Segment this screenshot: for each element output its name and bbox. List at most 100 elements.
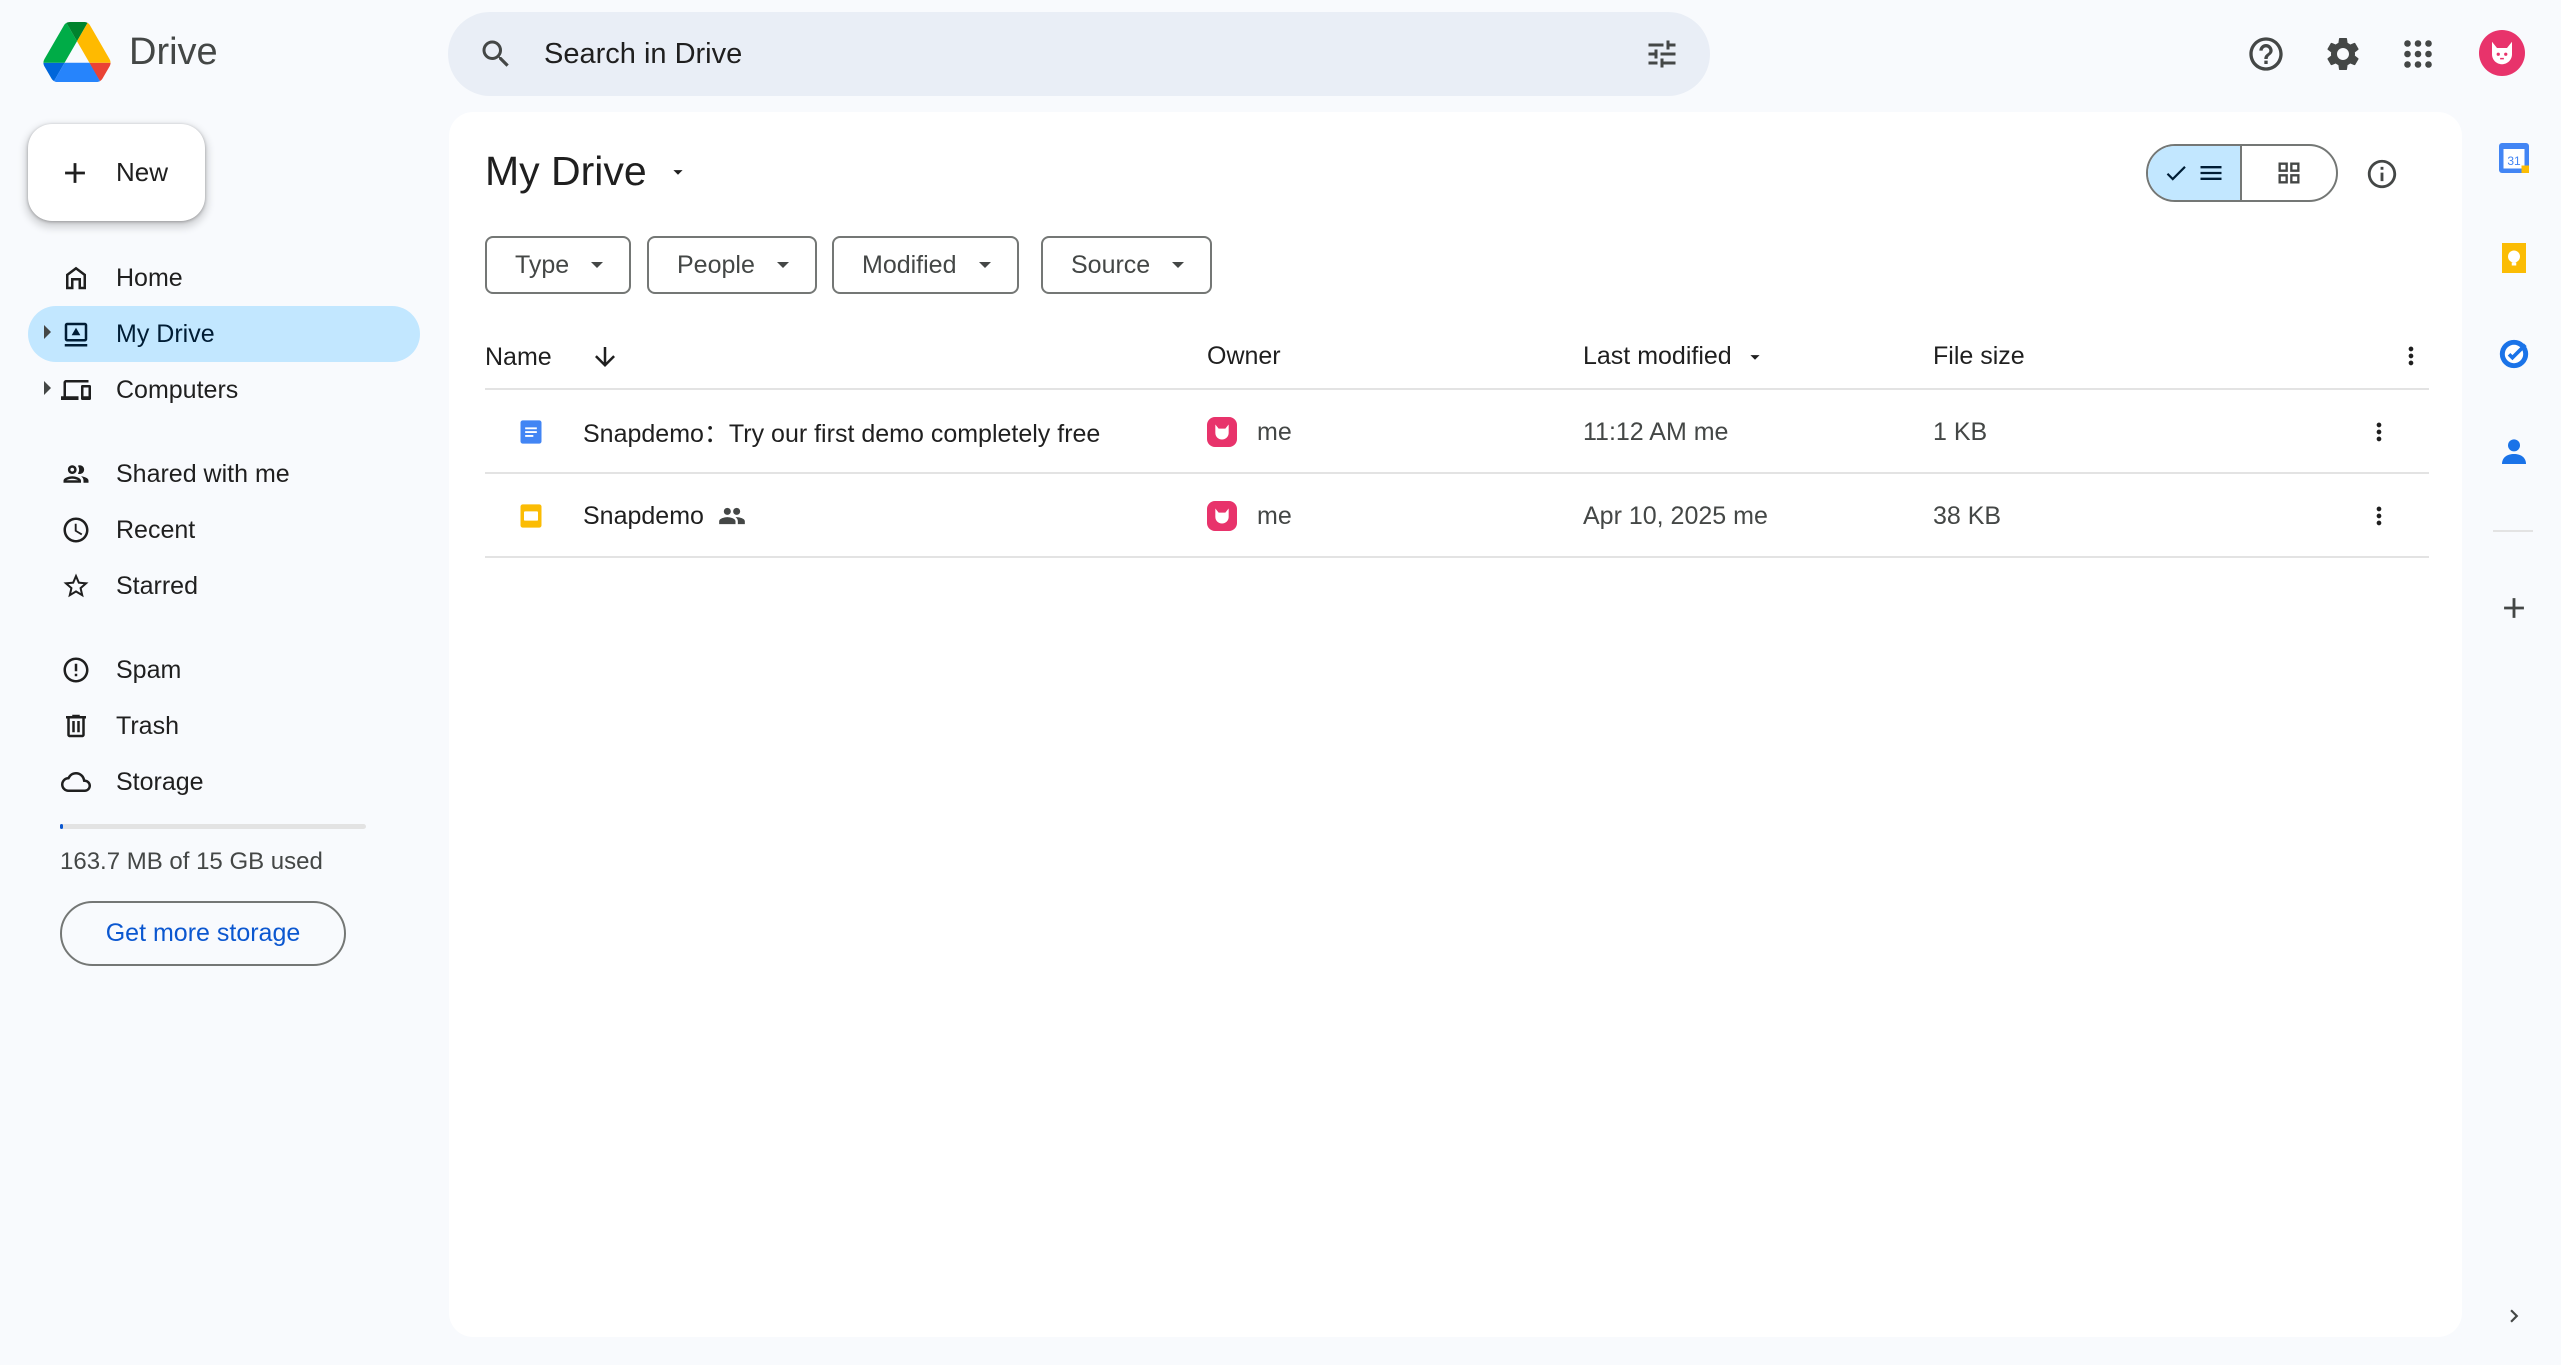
table-row[interactable]: Snapdemo me Apr 10, 2025 me 38 KB <box>485 474 2429 558</box>
chip-label: Source <box>1071 250 1151 279</box>
chevron-down-icon <box>978 262 991 268</box>
view-toggle <box>2146 144 2338 202</box>
file-size: 38 KB <box>1933 501 2002 530</box>
filter-people-chip[interactable]: People <box>647 236 817 294</box>
file-name[interactable]: Snapdemo <box>583 502 704 531</box>
tasks-icon[interactable] <box>2496 336 2532 372</box>
app-name: Drive <box>129 30 218 73</box>
google-slides-icon <box>517 474 545 558</box>
chip-label: Modified <box>862 250 957 279</box>
filter-modified-chip[interactable]: Modified <box>832 236 1019 294</box>
chip-label: People <box>677 250 755 279</box>
check-icon <box>2166 166 2186 181</box>
file-name[interactable]: Snapdemo：Try our first demo completely f… <box>583 390 1100 474</box>
account-avatar[interactable] <box>2479 30 2525 76</box>
sidebar-item-spam[interactable]: Spam <box>28 642 420 698</box>
sort-arrow-down-icon[interactable] <box>590 342 620 372</box>
computers-icon <box>60 374 92 406</box>
chevron-down-icon <box>1172 262 1185 268</box>
sidebar-item-label: Recent <box>116 515 196 544</box>
owner-cell: me <box>1207 474 1292 558</box>
sidebar-item-shared-with-me[interactable]: Shared with me <box>28 446 420 502</box>
list-view-button[interactable] <box>2148 146 2243 200</box>
column-header-label: Owner <box>1207 342 1281 370</box>
star-icon <box>60 570 92 602</box>
help-icon[interactable] <box>2242 30 2290 78</box>
sidebar-item-my-drive[interactable]: My Drive <box>28 306 420 362</box>
owner-cell: me <box>1207 390 1292 474</box>
column-header-name[interactable]: Name <box>485 342 620 372</box>
chevron-down-icon <box>591 262 604 268</box>
owner-name: me <box>1257 417 1292 446</box>
file-size: 1 KB <box>1933 417 1988 446</box>
sidebar-item-label: Trash <box>116 711 179 740</box>
page-title[interactable]: My Drive <box>485 148 689 195</box>
column-header-owner[interactable]: Owner <box>1207 342 1281 371</box>
sidebar-item-recent[interactable]: Recent <box>28 502 420 558</box>
info-icon[interactable] <box>2364 156 2400 192</box>
clock-icon <box>60 514 92 546</box>
table-row[interactable]: Snapdemo：Try our first demo completely f… <box>485 390 2429 474</box>
add-addon-plus-icon[interactable] <box>2496 590 2532 626</box>
shared-people-icon <box>719 507 745 525</box>
keep-icon[interactable] <box>2496 240 2532 276</box>
cloud-icon <box>60 766 92 798</box>
plus-icon <box>65 162 85 183</box>
list-icon <box>2200 166 2222 180</box>
column-header-label: Name <box>485 342 552 371</box>
apps-grid-icon[interactable] <box>2394 30 2442 78</box>
column-header-last-modified[interactable]: Last modified <box>1583 342 1766 371</box>
owner-avatar <box>1207 417 1237 447</box>
dropdown-arrow-icon <box>673 169 683 175</box>
expand-caret-icon[interactable] <box>44 381 51 395</box>
file-name-wrap: Snapdemo <box>583 474 746 558</box>
column-header-file-size[interactable]: File size <box>1933 342 2025 371</box>
chevron-down-icon <box>776 262 789 268</box>
sidebar-item-computers[interactable]: Computers <box>28 362 420 418</box>
search-icon[interactable] <box>478 36 514 72</box>
rail-divider <box>2493 530 2533 532</box>
column-header-label: File size <box>1933 342 2025 370</box>
storage-usage-fill <box>60 824 64 829</box>
settings-gear-icon[interactable] <box>2319 30 2367 78</box>
contacts-icon[interactable] <box>2496 434 2532 470</box>
expand-caret-icon[interactable] <box>44 325 51 339</box>
get-more-storage-button[interactable]: Get more storage <box>60 901 346 966</box>
search-options-icon[interactable] <box>1644 36 1680 72</box>
modified-by: me <box>1693 417 1729 446</box>
sidebar-item-label: Starred <box>116 571 198 600</box>
owner-avatar <box>1207 501 1237 531</box>
sidebar-item-label: Home <box>116 263 183 292</box>
search-input[interactable]: Search in Drive <box>544 38 1644 71</box>
new-button-label: New <box>116 157 169 187</box>
people-icon <box>60 458 92 490</box>
more-vert-icon[interactable] <box>2397 342 2425 370</box>
grid-icon <box>2278 162 2300 184</box>
sidebar-item-label: Spam <box>116 655 182 684</box>
modified-by: me <box>1733 501 1768 530</box>
new-button[interactable]: New <box>28 124 205 221</box>
google-docs-icon <box>517 390 545 474</box>
sidebar-item-storage[interactable]: Storage <box>28 754 420 810</box>
sidebar-item-label: Computers <box>116 375 239 404</box>
search-bar[interactable]: Search in Drive <box>448 12 1710 96</box>
filter-source-chip[interactable]: Source <box>1041 236 1213 294</box>
drive-logo[interactable]: Drive <box>43 22 218 82</box>
svg-text:31: 31 <box>2507 154 2521 168</box>
calendar-icon[interactable]: 31 <box>2496 140 2532 176</box>
more-vert-icon[interactable] <box>2365 390 2393 474</box>
sidebar-item-starred[interactable]: Starred <box>28 558 420 614</box>
sidebar-item-trash[interactable]: Trash <box>28 698 420 754</box>
main-panel: My Drive Type People Modified Source Nam… <box>449 112 2462 1337</box>
spam-icon <box>60 654 92 686</box>
owner-name: me <box>1257 501 1292 530</box>
sidebar-item-home[interactable]: Home <box>28 250 420 306</box>
filter-type-chip[interactable]: Type <box>485 236 632 294</box>
sidebar-item-label: Storage <box>116 767 204 796</box>
file-table-header: Name Owner Last modified File size <box>485 328 2429 390</box>
chevron-right-icon[interactable] <box>2496 1298 2532 1334</box>
more-vert-icon[interactable] <box>2365 474 2393 558</box>
grid-view-button[interactable] <box>2242 146 2336 200</box>
column-header-label: Last modified <box>1583 342 1732 370</box>
modified-date: Apr 10, 2025 <box>1583 501 1727 530</box>
